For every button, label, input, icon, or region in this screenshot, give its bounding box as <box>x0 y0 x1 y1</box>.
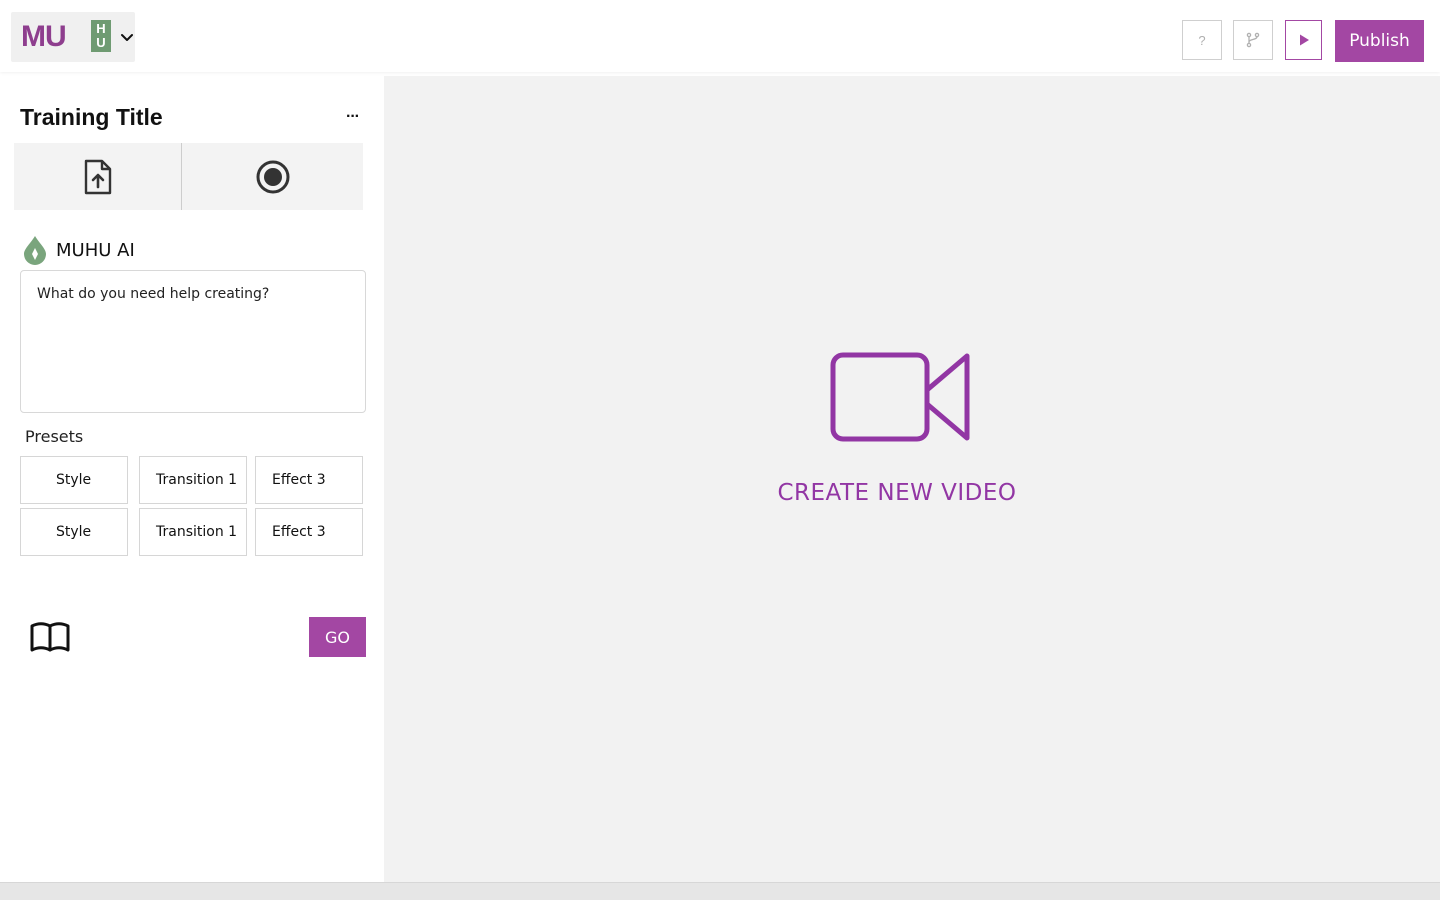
logo-box: H U <box>91 20 111 52</box>
ai-prompt-input[interactable] <box>20 270 366 413</box>
branch-icon <box>1246 32 1260 48</box>
preview-play-button[interactable] <box>1285 20 1322 60</box>
presets-label: Presets <box>25 427 84 446</box>
logo-box-letter-top: H <box>96 21 106 36</box>
record-icon <box>256 160 289 193</box>
logo-menu-button[interactable]: MU H U <box>11 12 135 62</box>
create-new-video-label: CREATE NEW VIDEO <box>777 480 1017 506</box>
book-open-icon[interactable] <box>30 620 70 654</box>
file-upload-icon <box>84 159 111 194</box>
tool-tabs <box>14 143 363 210</box>
play-icon <box>1299 34 1309 46</box>
logo-box-letter-bottom: U <box>96 35 106 50</box>
muhu-ai-header: MUHU AI <box>22 235 135 265</box>
help-icon: ? <box>1198 32 1206 48</box>
logo-text: MU <box>21 20 67 53</box>
preset-effect[interactable]: Effect 3 <box>255 456 363 504</box>
create-new-video-button[interactable]: CREATE NEW VIDEO <box>764 342 1044 512</box>
muhu-ai-drop-icon <box>24 236 46 265</box>
chevron-down-icon <box>121 34 133 41</box>
top-bar: MU H U ? Publish <box>0 0 1440 72</box>
upload-file-tab[interactable] <box>14 143 182 210</box>
branch-button[interactable] <box>1233 20 1273 60</box>
video-camera-icon <box>830 352 970 442</box>
video-canvas: CREATE NEW VIDEO <box>384 76 1440 882</box>
go-button[interactable]: GO <box>309 617 366 657</box>
training-title: Training Title <box>20 104 163 130</box>
publish-button[interactable]: Publish <box>1335 20 1424 62</box>
preset-transition[interactable]: Transition 1 <box>139 508 247 556</box>
bottom-bar <box>0 882 1440 900</box>
preset-style[interactable]: Style <box>20 508 128 556</box>
preset-transition[interactable]: Transition 1 <box>139 456 247 504</box>
more-options-button[interactable]: ··· <box>346 108 360 126</box>
muhu-ai-label: MUHU AI <box>56 239 135 261</box>
record-tab[interactable] <box>182 143 363 210</box>
preset-style[interactable]: Style <box>20 456 128 504</box>
left-panel: Training Title ··· MUHU AI Presets Style… <box>0 72 383 882</box>
preset-effect[interactable]: Effect 3 <box>255 508 363 556</box>
help-button[interactable]: ? <box>1182 20 1222 60</box>
